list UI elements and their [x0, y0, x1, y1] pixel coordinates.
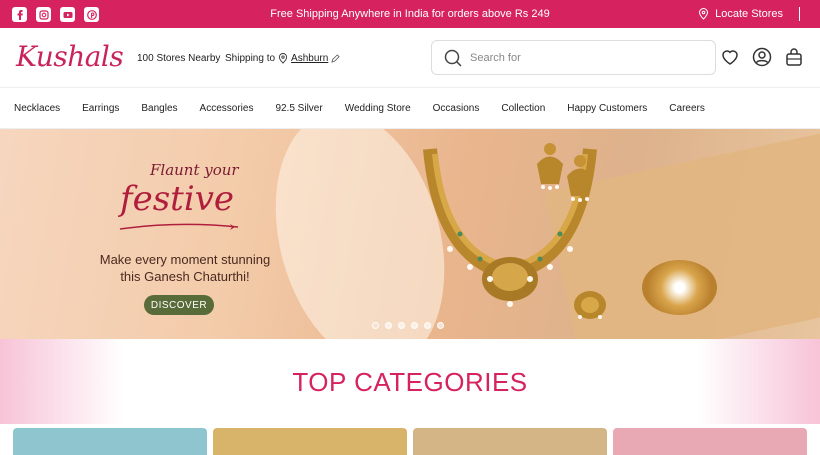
carousel-dots [372, 322, 444, 329]
category-tile[interactable] [13, 428, 207, 455]
nav-wedding-store[interactable]: Wedding Store [345, 103, 411, 114]
category-tile[interactable] [613, 428, 807, 455]
swash-decoration [119, 223, 239, 230]
category-tile[interactable] [213, 428, 407, 455]
nav-bangles[interactable]: Bangles [141, 103, 177, 114]
locate-stores-link[interactable]: Locate Stores [698, 7, 800, 21]
ring-image [574, 291, 606, 319]
search-icon [444, 49, 462, 67]
site-header: Kushals 100 Stores Nearby Shipping to As… [0, 28, 820, 88]
shipping-location[interactable]: Shipping to Ashburn [225, 53, 340, 64]
location-pin-icon [278, 53, 288, 64]
search-input[interactable] [470, 51, 670, 64]
divider [799, 7, 800, 21]
search-box[interactable] [431, 40, 716, 75]
carousel-dot[interactable] [424, 322, 431, 329]
banner-headline-2: festive [120, 179, 235, 219]
wishlist-heart-icon[interactable] [720, 47, 740, 67]
shipping-label: Shipping to [225, 53, 276, 64]
shipping-city: Ashburn [291, 53, 329, 64]
top-categories-section: TOP CATEGORIES [0, 339, 820, 424]
nav-necklaces[interactable]: Necklaces [14, 103, 60, 114]
nav-careers[interactable]: Careers [669, 103, 705, 114]
shopping-bag-icon[interactable] [784, 47, 804, 67]
nav-occasions[interactable]: Occasions [433, 103, 480, 114]
locate-stores-label: Locate Stores [715, 8, 783, 20]
carousel-dot[interactable] [372, 322, 379, 329]
nav-accessories[interactable]: Accessories [200, 103, 254, 114]
nav-silver[interactable]: 92.5 Silver [275, 103, 322, 114]
tagline-line-1: Make every moment stunning [99, 252, 271, 267]
discover-button[interactable]: DISCOVER [144, 295, 214, 315]
top-promo-bar: Free Shipping Anywhere in India for orde… [0, 0, 820, 28]
hero-banner[interactable]: Flaunt your festive Make every moment st… [0, 129, 820, 339]
earrings-image [537, 143, 593, 202]
account-user-icon[interactable] [752, 47, 772, 67]
stores-nearby-link[interactable]: 100 Stores Nearby [137, 53, 220, 64]
category-tiles [13, 428, 807, 455]
free-shipping-promo: Free Shipping Anywhere in India for orde… [270, 8, 550, 20]
main-navigation: Necklaces Earrings Bangles Accessories 9… [0, 89, 820, 129]
category-tile[interactable] [413, 428, 607, 455]
edit-pencil-icon[interactable] [331, 54, 340, 63]
nav-earrings[interactable]: Earrings [82, 103, 119, 114]
nav-happy-customers[interactable]: Happy Customers [567, 103, 647, 114]
brand-logo[interactable]: Kushals [16, 40, 124, 73]
section-title: TOP CATEGORIES [292, 367, 528, 397]
banner-headline-1: Flaunt your [150, 161, 239, 179]
nav-collection[interactable]: Collection [501, 103, 545, 114]
carousel-dot[interactable] [385, 322, 392, 329]
carousel-dot[interactable] [411, 322, 418, 329]
carousel-dot[interactable] [398, 322, 405, 329]
location-pin-icon [699, 8, 709, 20]
carousel-dot[interactable] [437, 322, 444, 329]
banner-tagline: Make every moment stunning this Ganesh C… [80, 251, 290, 285]
tagline-line-2: this Ganesh Chaturthi! [120, 269, 250, 284]
header-actions [720, 47, 804, 67]
flower-bowl-image [642, 260, 717, 315]
